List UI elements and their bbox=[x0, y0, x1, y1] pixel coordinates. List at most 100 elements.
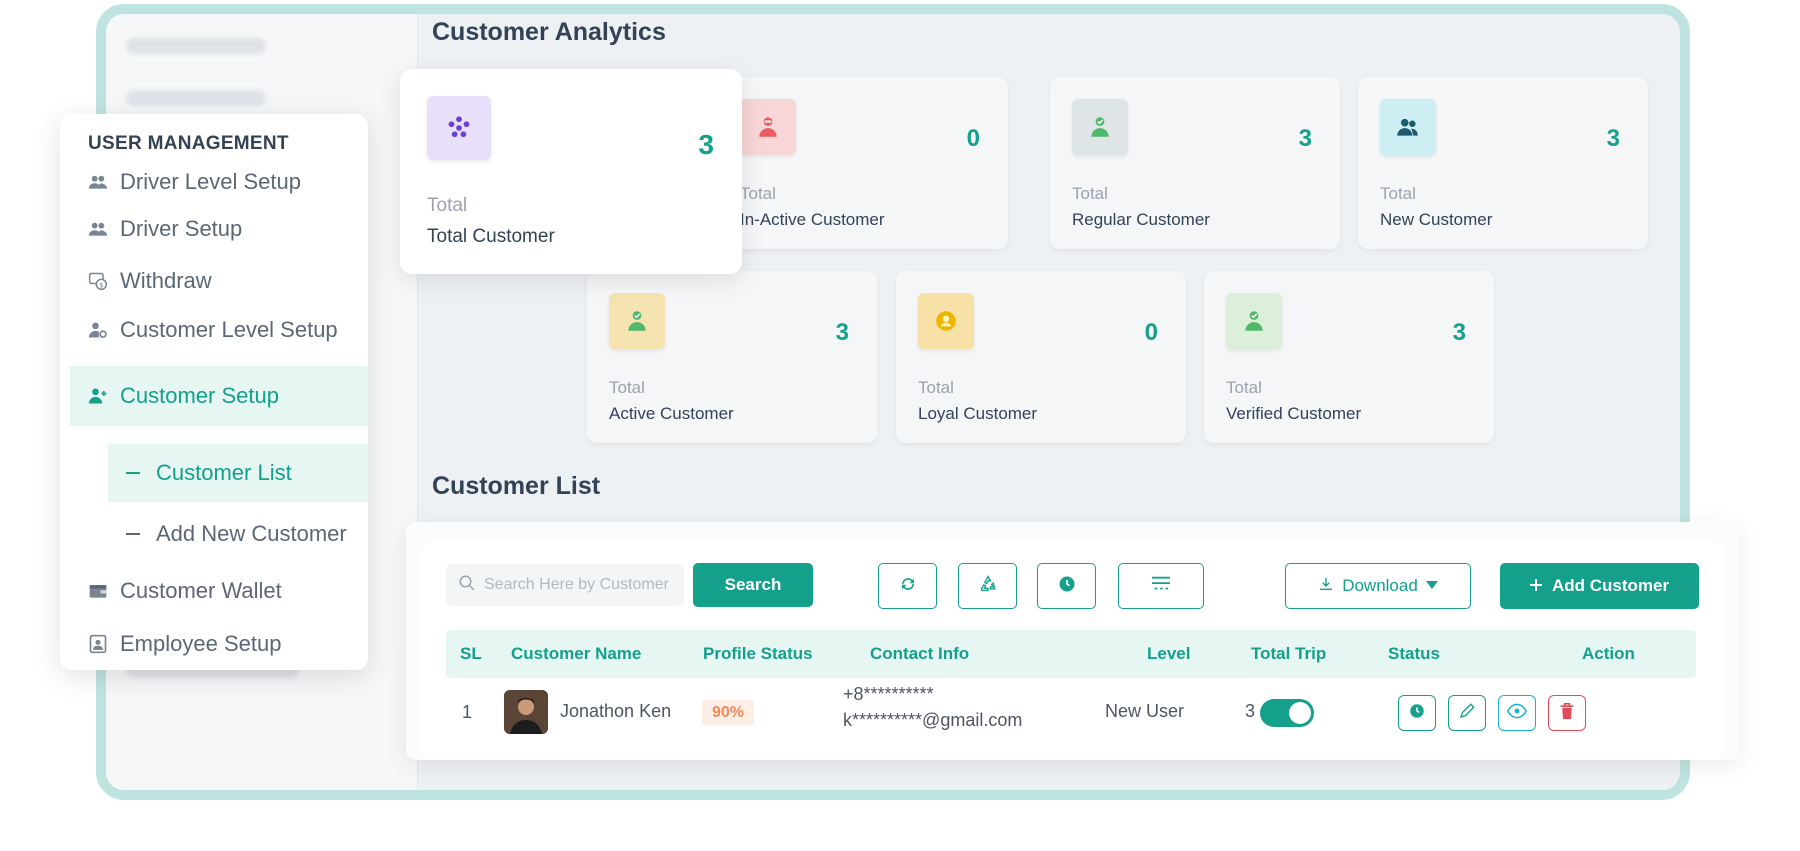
recycle-bin-button[interactable] bbox=[958, 563, 1017, 609]
sidebar-item-withdraw[interactable]: $ Withdraw bbox=[60, 259, 368, 303]
sidebar-item-driver-setup[interactable]: Driver Setup bbox=[60, 207, 368, 251]
eye-icon bbox=[1506, 702, 1528, 725]
id-card-icon bbox=[86, 632, 110, 656]
sidebar-item-driver-level-setup[interactable]: Driver Level Setup bbox=[60, 160, 368, 204]
stat-label: Loyal Customer bbox=[918, 404, 1038, 423]
sidebar-item-employee-setup[interactable]: Employee Setup bbox=[60, 622, 368, 666]
sidebar-item-label: Customer Setup bbox=[120, 383, 279, 408]
user-star-icon bbox=[918, 293, 974, 349]
sidebar-item-customer-wallet[interactable]: Customer Wallet bbox=[60, 569, 368, 613]
add-customer-button[interactable]: Add Customer bbox=[1500, 563, 1699, 609]
stat-card-active[interactable]: 3 Total Active Customer bbox=[587, 271, 877, 443]
stat-value: 3 bbox=[1298, 125, 1312, 152]
column-header-sl: SL bbox=[460, 644, 482, 663]
sidebar-item-label: Employee Setup bbox=[120, 631, 282, 656]
sidebar-item-label: Customer Level Setup bbox=[120, 317, 338, 342]
customer-list-card: Search Download bbox=[422, 542, 1723, 760]
customer-list-panel: Search Download bbox=[406, 522, 1739, 760]
profile-status-badge: 90% bbox=[702, 700, 754, 726]
table-header: SL Customer Name Profile Status Contact … bbox=[446, 630, 1696, 678]
stat-label: In-Active Customer bbox=[740, 210, 885, 229]
stat-value: 3 bbox=[698, 129, 714, 160]
users-icon bbox=[86, 170, 110, 194]
action-delete-button[interactable] bbox=[1548, 695, 1586, 731]
action-history-button[interactable] bbox=[1398, 695, 1436, 731]
cell-level: New User bbox=[1105, 701, 1185, 721]
sidebar-subitem-label: Customer List bbox=[156, 460, 292, 485]
menu-section-title: USER MANAGEMENT bbox=[88, 133, 289, 154]
search-field[interactable] bbox=[446, 564, 684, 606]
recycle-icon bbox=[978, 574, 998, 599]
column-header-level: Level bbox=[1147, 644, 1191, 663]
download-icon bbox=[1318, 576, 1334, 597]
sidebar-menu: USER MANAGEMENT Driver Level Setup Drive… bbox=[60, 114, 368, 670]
sidebar-item-label: Driver Level Setup bbox=[120, 169, 301, 194]
wallet-icon bbox=[86, 579, 110, 603]
users-icon bbox=[86, 217, 110, 241]
filter-columns-button[interactable] bbox=[1118, 563, 1204, 609]
status-toggle[interactable] bbox=[1260, 699, 1314, 727]
avatar bbox=[504, 690, 548, 734]
sidebar-item-customer-level-setup[interactable]: Customer Level Setup bbox=[60, 308, 368, 352]
column-header-profile-status: Profile Status bbox=[703, 644, 813, 663]
stat-label-top: Total bbox=[427, 195, 468, 216]
history-button[interactable] bbox=[1037, 563, 1096, 609]
stat-label-top: Total bbox=[609, 378, 645, 397]
cell-customer-name[interactable]: Jonathon Ken bbox=[560, 701, 671, 722]
analytics-title: Customer Analytics bbox=[432, 18, 666, 46]
stat-label-top: Total bbox=[918, 378, 954, 397]
add-customer-label: Add Customer bbox=[1551, 576, 1670, 595]
users-group-icon bbox=[427, 96, 491, 160]
stat-card-new[interactable]: 3 Total New Customer bbox=[1358, 77, 1648, 249]
stat-value: 0 bbox=[966, 125, 980, 152]
download-label: Download bbox=[1342, 576, 1418, 595]
dash-icon bbox=[126, 533, 140, 535]
stat-label: Regular Customer bbox=[1072, 210, 1210, 229]
search-icon bbox=[458, 574, 476, 597]
sidebar-subitem-customer-list[interactable]: Customer List bbox=[108, 444, 368, 502]
sidebar-subitem-add-new-customer[interactable]: Add New Customer bbox=[108, 505, 368, 563]
stat-card-inactive[interactable]: 0 Total In-Active Customer bbox=[718, 77, 1008, 249]
user-check-icon bbox=[609, 293, 665, 349]
columns-icon bbox=[1150, 575, 1172, 598]
blurred-menu-item bbox=[126, 90, 266, 106]
dash-icon bbox=[126, 472, 140, 474]
refresh-button[interactable] bbox=[878, 563, 937, 609]
sidebar-item-label: Withdraw bbox=[120, 268, 212, 293]
cell-total-trip: 3 bbox=[1245, 701, 1256, 721]
stat-card-verified[interactable]: 3 Total Verified Customer bbox=[1204, 271, 1494, 443]
stat-label: Verified Customer bbox=[1226, 404, 1362, 423]
sidebar-item-label: Driver Setup bbox=[120, 216, 243, 241]
stat-label: Active Customer bbox=[609, 404, 734, 423]
stat-label-top: Total bbox=[1072, 184, 1108, 203]
stat-card-regular[interactable]: 3 Total Regular Customer bbox=[1050, 77, 1340, 249]
column-header-total-trip: Total Trip bbox=[1251, 644, 1327, 663]
action-view-button[interactable] bbox=[1498, 695, 1536, 731]
user-check-icon bbox=[1072, 99, 1128, 155]
stat-value: 3 bbox=[835, 319, 849, 346]
stat-card-total[interactable]: 3 Total Total Customer bbox=[400, 69, 742, 274]
caret-down-icon bbox=[1425, 576, 1438, 596]
clock-icon bbox=[1408, 702, 1426, 725]
sidebar-subitem-label: Add New Customer bbox=[156, 521, 347, 546]
cell-contact-email: k**********@gmail.com bbox=[843, 710, 1023, 730]
stat-label: Total Customer bbox=[427, 226, 555, 247]
stat-label: New Customer bbox=[1380, 210, 1493, 229]
svg-text:$: $ bbox=[99, 281, 103, 289]
user-gear-icon bbox=[86, 318, 110, 342]
stat-value: 3 bbox=[1452, 319, 1466, 346]
stat-value: 0 bbox=[1144, 319, 1158, 346]
stat-label-top: Total bbox=[1226, 378, 1262, 397]
plus-icon bbox=[1529, 576, 1542, 596]
search-input[interactable] bbox=[484, 576, 674, 594]
sidebar-item-customer-setup[interactable]: Customer Setup bbox=[70, 366, 368, 426]
search-button[interactable]: Search bbox=[693, 563, 813, 607]
user-minus-icon bbox=[740, 99, 796, 155]
stat-label-top: Total bbox=[1380, 184, 1416, 203]
users-icon bbox=[1380, 99, 1436, 155]
stat-card-loyal[interactable]: 0 Total Loyal Customer bbox=[896, 271, 1186, 443]
download-button[interactable]: Download bbox=[1285, 563, 1471, 609]
column-header-status: Status bbox=[1388, 644, 1440, 663]
action-edit-button[interactable] bbox=[1448, 695, 1486, 731]
pencil-icon bbox=[1458, 702, 1476, 725]
